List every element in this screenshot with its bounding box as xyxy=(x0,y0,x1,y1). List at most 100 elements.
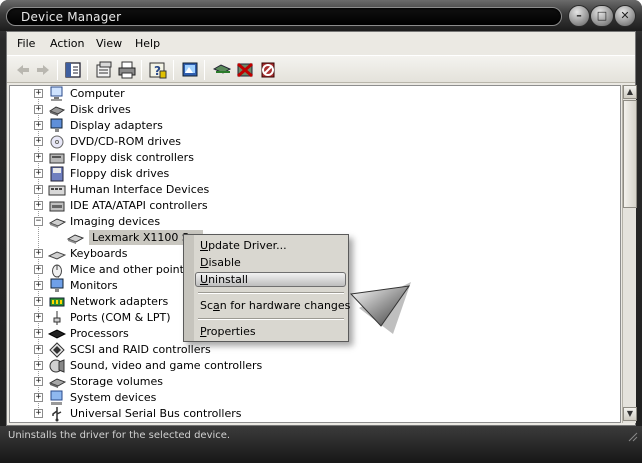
menu-item-update-driver[interactable]: Update Driver... xyxy=(200,239,287,252)
scanner-icon xyxy=(48,218,66,228)
expand-icon[interactable]: + xyxy=(34,281,43,290)
expand-icon[interactable]: + xyxy=(34,137,43,146)
display-adapter-icon xyxy=(50,118,63,132)
menu-separator xyxy=(198,292,344,294)
title-bar[interactable]: Device Manager – □ ✕ xyxy=(0,0,642,31)
expand-icon[interactable]: + xyxy=(34,89,43,98)
minimize-button[interactable]: – xyxy=(568,5,590,27)
expand-icon[interactable]: + xyxy=(34,345,43,354)
tree-category-display-adapters[interactable]: + Display adapters xyxy=(10,118,610,134)
menu-item-disable[interactable]: Disable xyxy=(200,256,241,269)
menu-separator xyxy=(198,318,344,320)
expand-icon[interactable]: + xyxy=(34,329,43,338)
tree-label: Computer xyxy=(70,87,125,100)
tree-category-hid[interactable]: + Human Interface Devices xyxy=(10,182,610,198)
expand-icon[interactable]: + xyxy=(34,361,43,370)
scroll-up-arrow-icon[interactable]: ▲ xyxy=(623,85,637,99)
resize-grip-icon[interactable] xyxy=(626,430,638,442)
tree-label: Universal Serial Bus controllers xyxy=(70,407,242,420)
scanner-icon xyxy=(66,234,84,244)
mnemonic: U xyxy=(200,273,209,286)
menu-view[interactable]: View xyxy=(96,37,122,50)
tree-label: Keyboards xyxy=(70,247,128,260)
expand-icon[interactable]: + xyxy=(34,313,43,322)
menu-item-scan-hardware[interactable]: Scan for hardware changes xyxy=(200,299,350,312)
properties-icon[interactable] xyxy=(94,60,114,80)
tree-label: Imaging devices xyxy=(70,215,161,228)
title-pill: Device Manager xyxy=(6,7,562,26)
tree-category-ide[interactable]: + IDE ATA/ATAPI controllers xyxy=(10,198,610,214)
client-area: File Action View Help ? + Computer + Dis… xyxy=(6,31,637,426)
tree-label: Processors xyxy=(70,327,129,340)
tree-category-computer[interactable]: + Computer xyxy=(10,86,610,102)
tree-label: Display adapters xyxy=(70,119,163,132)
storage-icon xyxy=(48,378,66,388)
context-menu: Update Driver... Disable Uninstall Scan … xyxy=(183,234,350,342)
system-icon xyxy=(50,390,63,405)
mouse-pointer-icon xyxy=(349,282,411,334)
floppy-controller-icon xyxy=(49,153,65,164)
menu-item-uninstall[interactable]: Uninstall xyxy=(200,273,248,286)
menu-item-properties[interactable]: Properties xyxy=(200,325,256,338)
print-icon[interactable] xyxy=(117,60,137,80)
maximize-button[interactable]: □ xyxy=(590,5,614,27)
minimize-icon: – xyxy=(576,9,582,22)
uninstall-icon[interactable] xyxy=(258,60,278,80)
menu-help[interactable]: Help xyxy=(135,37,160,50)
expand-icon[interactable]: + xyxy=(34,121,43,130)
menu-file[interactable]: File xyxy=(17,37,35,50)
expand-icon[interactable]: + xyxy=(34,393,43,402)
tree-category-dvd-cdrom[interactable]: + DVD/CD-ROM drives xyxy=(10,134,610,150)
tree-category-usb[interactable]: + Universal Serial Bus controllers xyxy=(10,406,610,422)
toolbar-separator xyxy=(57,60,58,80)
expand-icon[interactable]: + xyxy=(34,409,43,418)
tree-category-imaging-devices[interactable]: − Imaging devices xyxy=(10,214,610,230)
computer-icon xyxy=(50,86,63,101)
scroll-down-arrow-icon[interactable]: ▼ xyxy=(623,407,637,421)
tree-category-system-devices[interactable]: + System devices xyxy=(10,390,610,406)
close-icon: ✕ xyxy=(620,9,630,22)
port-icon xyxy=(53,311,61,325)
vertical-scrollbar[interactable]: ▲ ▼ xyxy=(622,85,637,423)
expand-icon[interactable]: + xyxy=(34,105,43,114)
close-button[interactable]: ✕ xyxy=(614,5,636,27)
usb-icon xyxy=(52,407,62,422)
maximize-icon: □ xyxy=(596,9,608,22)
toolbar: ? xyxy=(7,55,635,83)
tree-label: IDE ATA/ATAPI controllers xyxy=(70,199,208,212)
menu-item-text: ninstall xyxy=(208,273,248,286)
tree-label: Floppy disk controllers xyxy=(70,151,194,164)
tree-category-sound-video[interactable]: + Sound, video and game controllers xyxy=(10,358,610,374)
network-adapter-icon xyxy=(49,297,65,307)
tree-label: System devices xyxy=(70,391,157,404)
expand-icon[interactable]: + xyxy=(34,265,43,274)
forward-icon[interactable] xyxy=(33,60,53,80)
tree-category-storage-volumes[interactable]: + Storage volumes xyxy=(10,374,610,390)
expand-icon[interactable]: + xyxy=(34,249,43,258)
tree-label: Ports (COM & LPT) xyxy=(70,311,171,324)
status-text: Uninstalls the driver for the selected d… xyxy=(8,430,231,441)
expand-icon[interactable]: + xyxy=(34,201,43,210)
show-hide-tree-icon[interactable] xyxy=(63,60,83,80)
tree-category-scsi-raid[interactable]: + SCSI and RAID controllers xyxy=(10,342,610,358)
tree-label: Mice and other pointing xyxy=(70,263,201,276)
menu-action[interactable]: Action xyxy=(50,37,84,50)
tree-category-disk-drives[interactable]: + Disk drives xyxy=(10,102,610,118)
back-icon[interactable] xyxy=(13,60,33,80)
floppy-drive-icon xyxy=(50,166,64,182)
expand-icon[interactable]: + xyxy=(34,153,43,162)
scroll-thumb[interactable] xyxy=(623,100,637,208)
scsi-icon xyxy=(49,342,65,358)
tree-category-floppy-drives[interactable]: + Floppy disk drives xyxy=(10,166,610,182)
tree-category-floppy-controllers[interactable]: + Floppy disk controllers xyxy=(10,150,610,166)
expand-icon[interactable]: + xyxy=(34,169,43,178)
context-menu-gutter xyxy=(184,235,194,341)
scan-hardware-icon[interactable] xyxy=(180,60,200,80)
update-driver-icon[interactable] xyxy=(212,60,232,80)
disable-icon[interactable] xyxy=(235,60,255,80)
collapse-icon[interactable]: − xyxy=(34,217,43,226)
expand-icon[interactable]: + xyxy=(34,377,43,386)
expand-icon[interactable]: + xyxy=(34,297,43,306)
expand-icon[interactable]: + xyxy=(34,185,43,194)
help-icon[interactable]: ? xyxy=(148,60,168,80)
